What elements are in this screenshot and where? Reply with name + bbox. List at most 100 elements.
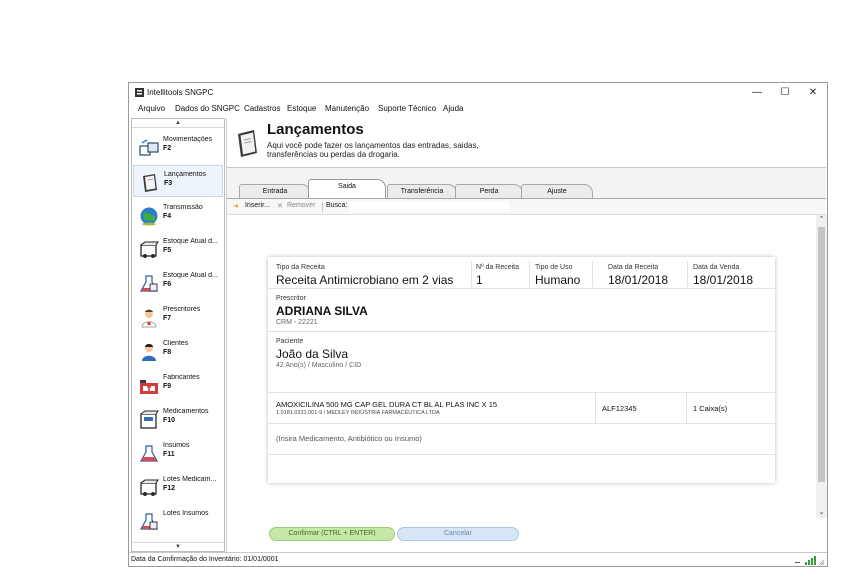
globe-icon: [140, 207, 158, 226]
boxes-icon: [139, 139, 159, 156]
cancel-button[interactable]: Cancelar: [397, 527, 519, 541]
add-item-hint[interactable]: (Insira Medicamento, Antibiótico ou Insu…: [276, 434, 422, 443]
sidebar-item-prescritores[interactable]: Prescritores F7: [133, 301, 223, 333]
content-panel: Lançamentos Aqui você pode fazer os lanç…: [226, 118, 827, 552]
maximize-button[interactable]: ☐: [771, 84, 799, 101]
sidebar-item-key: F8: [163, 349, 172, 356]
sidebar-item-label: Lotes Medicam...: [163, 476, 217, 483]
sidebar-item-lotes-insumos[interactable]: Lotes Insumos: [133, 505, 223, 537]
sidebar-item-medicamentos[interactable]: Medicamentos F10: [133, 403, 223, 435]
sidebar-item-estoque-insumos[interactable]: Estoque Atual d... F6: [133, 267, 223, 299]
vertical-scrollbar[interactable]: ⌃ ⌄: [816, 215, 827, 518]
sidebar-item-label: Estoque Atual d...: [163, 238, 218, 245]
numero-receita-value[interactable]: 1: [476, 273, 483, 287]
row-divider: [268, 423, 775, 424]
tab-ajuste[interactable]: Ajuste: [521, 184, 593, 198]
prescritor-label: Prescritor: [276, 295, 306, 302]
menu-ajuda[interactable]: Ajuda: [443, 104, 463, 113]
insert-button[interactable]: Inserir...: [245, 202, 270, 209]
menu-dados-sngpc[interactable]: Dados do SNGPC: [175, 104, 240, 113]
close-button[interactable]: ✕: [799, 84, 827, 101]
sidebar-item-label: Clientes: [163, 340, 189, 347]
search-input[interactable]: [349, 201, 509, 212]
remove-x-icon: ✕: [277, 203, 283, 210]
scroll-down-icon[interactable]: ⌄: [816, 508, 827, 518]
remove-button[interactable]: Remover: [287, 202, 315, 209]
paciente-label: Paciente: [276, 338, 304, 345]
data-receita-value[interactable]: 18/01/2018: [608, 273, 668, 287]
sidebar-item-key: F4: [163, 213, 172, 220]
sidebar-item-clientes[interactable]: Clientes F8: [133, 335, 223, 367]
sidebar-scroll-down[interactable]: ▼: [132, 542, 224, 551]
scroll-up-icon[interactable]: ⌃: [816, 215, 827, 225]
divider: [529, 261, 530, 287]
sidebar-item-label: Insumos: [163, 442, 190, 449]
tipo-receita-value[interactable]: Receita Antimicrobiano em 2 vias: [276, 273, 453, 287]
data-venda-label: Data da Venda: [693, 264, 740, 271]
sidebar-item-key: F2: [163, 145, 172, 152]
data-receita-label: Data da Receita: [608, 264, 659, 271]
sidebar-item-label: Transmissão: [163, 204, 203, 211]
row-divider: [268, 392, 775, 393]
divider: [471, 261, 472, 287]
paciente-name[interactable]: João da Silva: [276, 347, 348, 361]
menu-arquivo[interactable]: Arquivo: [138, 104, 165, 113]
receita-card: Tipo da Receita Receita Antimicrobiano e…: [268, 257, 775, 483]
window-title: Intellitools SNGPC: [147, 88, 214, 97]
menu-estoque[interactable]: Estoque: [287, 104, 316, 113]
minimize-button[interactable]: —: [743, 84, 771, 101]
sidebar-item-key: F5: [163, 247, 172, 254]
sidebar-item-estoque-medicamentos[interactable]: Estoque Atual d... F5: [133, 233, 223, 265]
sidebar-item-insumos[interactable]: Insumos F11: [133, 437, 223, 469]
medicamento-name[interactable]: AMOXICILINA 500 MG CAP GEL DURA CT BL AL…: [276, 400, 497, 409]
tab-saida[interactable]: Saida: [308, 179, 386, 199]
sidebar-item-key: F6: [163, 281, 172, 288]
menu-manutencao[interactable]: Manutenção: [325, 104, 369, 113]
menu-suporte-tecnico[interactable]: Suporte Técnico: [378, 104, 436, 113]
page-description: Aqui você pode fazer os lançamentos das …: [267, 141, 479, 159]
sidebar-item-lancamentos[interactable]: Lançamentos F3: [133, 165, 223, 197]
confirm-button[interactable]: Confirmar (CTRL + ENTER): [269, 527, 395, 541]
tab-transferencia[interactable]: Transferência: [387, 184, 457, 198]
medicamento-details: 1.0181.0331.001-9 / MEDLEY INDÚSTRIA FAR…: [276, 410, 440, 416]
tab-perda[interactable]: Perda: [455, 184, 523, 198]
sidebar-item-fabricantes[interactable]: Fabricantes F9: [133, 369, 223, 401]
doctor-icon: [141, 309, 157, 328]
book-icon: [238, 130, 257, 157]
sidebar-scroll-up[interactable]: ▲: [132, 119, 224, 128]
sidebar-item-label: Prescritores: [163, 306, 201, 313]
row-divider: [268, 331, 775, 332]
tab-entrada[interactable]: Entrada: [239, 184, 311, 198]
toolbar: ➜ Inserir... ✕ Remover Busca:: [227, 199, 826, 215]
prescritor-name[interactable]: ADRIANA SILVA: [276, 304, 368, 318]
user-icon: [142, 344, 156, 361]
page-title: Lançamentos: [267, 121, 364, 138]
tipo-receita-label: Tipo da Receita: [276, 264, 325, 271]
sidebar-item-movimentacoes[interactable]: Movimentações F2: [133, 131, 223, 163]
sidebar-item-key: F10: [163, 417, 176, 424]
toolbar-separator: [322, 202, 323, 212]
scroll-thumb[interactable]: [818, 227, 825, 482]
box-icon: [140, 241, 160, 258]
sidebar-item-key: F9: [163, 383, 172, 390]
tipo-uso-value[interactable]: Humano: [535, 273, 580, 287]
signal-icon: [795, 556, 825, 566]
medicamento-quantidade[interactable]: 1 Caixa(s): [693, 404, 727, 413]
arrow-right-icon: ➜: [233, 203, 239, 210]
menu-cadastros[interactable]: Cadastros: [244, 104, 280, 113]
sidebar-item-label: Movimentações: [163, 136, 213, 143]
divider: [687, 261, 688, 287]
sidebar-item-label: Lançamentos: [164, 171, 207, 178]
flask-icon: [139, 445, 159, 462]
status-bar: Data da Confirmação do Inventário: 01/01…: [129, 552, 827, 566]
title-bar: Intellitools SNGPC — ☐ ✕: [129, 83, 827, 102]
data-venda-value[interactable]: 18/01/2018: [693, 273, 753, 287]
box-icon: [140, 479, 160, 496]
flask-icon: [139, 513, 159, 530]
sidebar-item-transmissao[interactable]: Transmissão F4: [133, 199, 223, 231]
medicine-box-icon: [140, 410, 159, 429]
medicamento-lote[interactable]: ALF12345: [602, 404, 637, 413]
sidebar-item-key: F7: [163, 315, 172, 322]
sidebar-item-label: Lotes Insumos: [163, 510, 209, 517]
sidebar-item-lotes-medicamentos[interactable]: Lotes Medicam... F12: [133, 471, 223, 503]
